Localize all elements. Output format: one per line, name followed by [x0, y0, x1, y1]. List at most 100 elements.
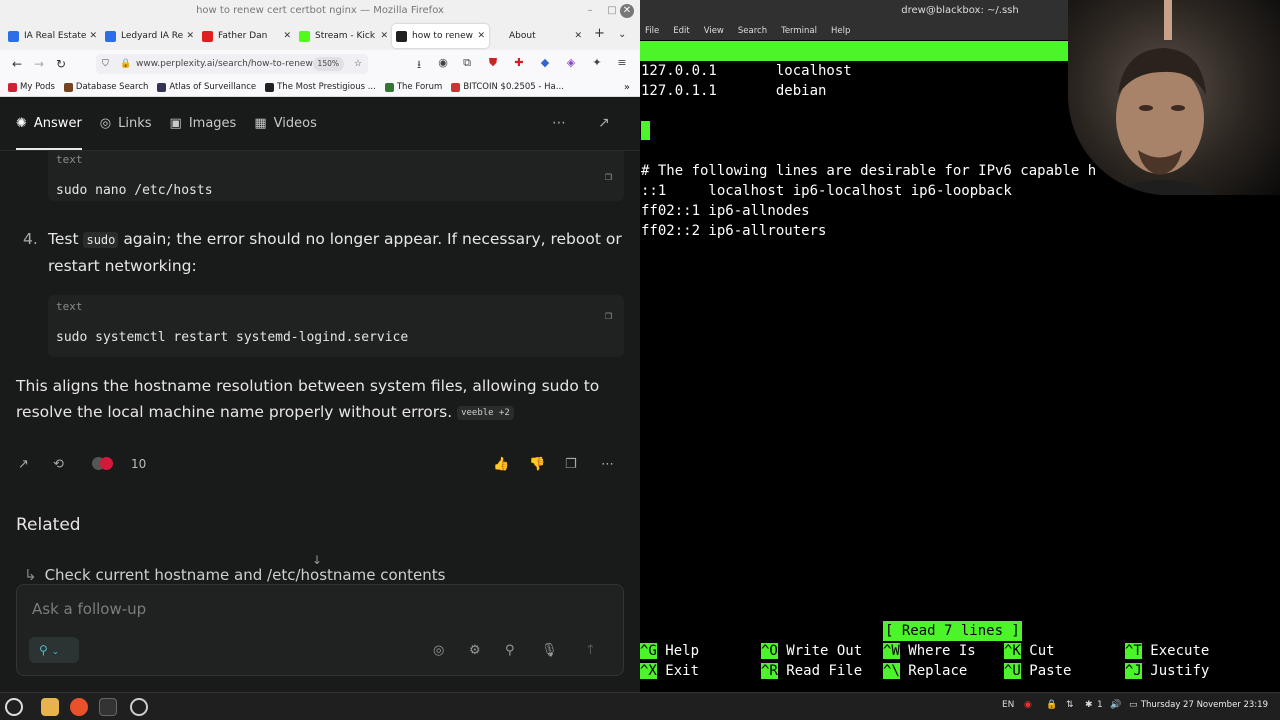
download-icon[interactable]: ⭳: [411, 56, 427, 72]
shortcut-help[interactable]: ^G Help: [640, 641, 699, 661]
extension-icon[interactable]: ⧉: [459, 56, 475, 72]
share-icon[interactable]: ↗: [598, 115, 610, 131]
search-mode-selector[interactable]: ⚲ ⌄: [29, 637, 79, 663]
menu-help[interactable]: Help: [831, 26, 850, 36]
scroll-down-icon[interactable]: ↓: [312, 553, 322, 567]
close-tab-icon[interactable]: ✕: [380, 31, 388, 41]
zoom-badge[interactable]: 150%: [312, 57, 344, 71]
back-arrow-icon[interactable]: ←: [6, 57, 28, 71]
browser-tab-active[interactable]: how to renew ✕: [392, 24, 489, 48]
clock[interactable]: Thursday 27 November 23:19: [1141, 700, 1268, 710]
file-line[interactable]: ff02::1 ip6-allnodes: [641, 201, 810, 221]
close-tab-icon[interactable]: ✕: [283, 31, 291, 41]
bookmark-item[interactable]: BITCOIN $0.2505 - Ha...: [451, 82, 564, 92]
browser-tab[interactable]: Stream - Kick D✕: [295, 24, 392, 48]
file-line[interactable]: # The following lines are desirable for …: [641, 161, 1096, 181]
menu-icon[interactable]: ≡: [614, 56, 630, 72]
shortcut-cut[interactable]: ^K Cut: [1004, 641, 1055, 661]
tab-images[interactable]: ▣ Images: [170, 97, 237, 150]
bookmark-item[interactable]: The Forum: [384, 82, 442, 92]
minimize-icon[interactable]: –: [580, 0, 600, 22]
close-window-icon[interactable]: ✕: [620, 4, 634, 18]
reload-icon[interactable]: ↻: [50, 57, 72, 71]
menu-file[interactable]: File: [645, 26, 659, 36]
tab-answer[interactable]: ✺ Answer: [16, 97, 82, 150]
network-icon[interactable]: ⇅: [1066, 700, 1074, 710]
files-icon[interactable]: [41, 698, 59, 716]
menu-view[interactable]: View: [704, 26, 724, 36]
file-line[interactable]: 127.0.0.1 localhost: [641, 61, 852, 81]
file-line[interactable]: ::1 localhost ip6-localhost ip6-loopback: [641, 181, 1012, 201]
shortcut-justify[interactable]: ^J Justify: [1125, 661, 1209, 681]
shortcut-replace[interactable]: ^\ Replace: [883, 661, 967, 681]
shortcut-read-file[interactable]: ^R Read File: [761, 661, 862, 681]
workspace-number[interactable]: 1: [1097, 700, 1103, 710]
globe-icon[interactable]: ◎: [433, 643, 444, 658]
puzzle-icon[interactable]: ✦: [589, 56, 605, 72]
bookmark-item[interactable]: Database Search: [63, 82, 148, 92]
terminal-icon[interactable]: [99, 698, 117, 716]
close-tab-icon[interactable]: ✕: [186, 31, 194, 41]
account-icon[interactable]: ◉: [435, 56, 451, 72]
browser-tab[interactable]: IA Real Estate ✕: [4, 24, 101, 48]
sources-avatars[interactable]: [92, 456, 113, 471]
battery-icon[interactable]: ▭: [1129, 700, 1138, 710]
app-icon[interactable]: [130, 698, 148, 716]
ublock-icon[interactable]: ⛊: [485, 56, 501, 72]
addon-icon[interactable]: ◆: [537, 56, 553, 72]
bookmark-item[interactable]: Atlas of Surveillance: [157, 82, 256, 92]
browser-tab[interactable]: Ledyard IA Rea ✕: [101, 24, 198, 48]
shortcut-where-is[interactable]: ^W Where Is: [883, 641, 976, 661]
browser-tab[interactable]: Father Dan ✕: [198, 24, 295, 48]
model-icon[interactable]: ⚙: [469, 643, 481, 658]
shortcut-execute[interactable]: ^T Execute: [1125, 641, 1209, 661]
menu-search[interactable]: Search: [738, 26, 767, 36]
lock-icon[interactable]: 🔒: [1046, 700, 1057, 710]
copy-icon[interactable]: ❐: [565, 457, 577, 472]
bluetooth-icon[interactable]: ✱: [1085, 700, 1093, 710]
forward-arrow-icon[interactable]: →: [28, 57, 50, 71]
shortcut-write-out[interactable]: ^O Write Out: [761, 641, 862, 661]
start-menu-icon[interactable]: [5, 698, 23, 716]
addon-icon[interactable]: ◈: [563, 56, 579, 72]
follow-up-placeholder[interactable]: Ask a follow-up: [32, 600, 146, 618]
update-icon[interactable]: ◉: [1024, 700, 1032, 710]
related-item[interactable]: ↳ Check current hostname and /etc/hostnam…: [24, 566, 624, 586]
language-indicator[interactable]: EN: [1002, 700, 1014, 710]
new-tab-icon[interactable]: +: [594, 26, 605, 41]
star-icon[interactable]: ☆: [354, 54, 362, 74]
tab-links[interactable]: ◎ Links: [100, 97, 152, 150]
citation-badge[interactable]: veeble +2: [457, 406, 514, 420]
shortcut-paste[interactable]: ^U Paste: [1004, 661, 1071, 681]
rewrite-icon[interactable]: ⟲: [53, 457, 64, 472]
menu-edit[interactable]: Edit: [673, 26, 689, 36]
shortcut-exit[interactable]: ^X Exit: [640, 661, 699, 681]
close-tab-icon[interactable]: ✕: [574, 31, 582, 41]
more-options-icon[interactable]: ⋯: [552, 115, 566, 131]
file-line[interactable]: 127.0.1.1 debian: [641, 81, 826, 101]
lock-icon[interactable]: 🔒: [120, 54, 131, 74]
tab-videos[interactable]: ▦ Videos: [254, 97, 317, 150]
attach-icon[interactable]: ⚲: [505, 643, 515, 658]
submit-arrow-icon[interactable]: ↑: [585, 643, 596, 658]
bookmark-item[interactable]: My Pods: [8, 82, 55, 92]
follow-up-box[interactable]: Ask a follow-up ⚲ ⌄ ◎ ⚙ ⚲ 🎙 ↑: [16, 584, 624, 676]
copy-icon[interactable]: ❐: [605, 308, 612, 322]
thumbs-down-icon[interactable]: 👎: [529, 457, 545, 472]
url-bar[interactable]: ⛉ 🔒 www.perplexity.ai/search/how-to-rene…: [96, 54, 368, 74]
thumbs-up-icon[interactable]: 👍: [493, 457, 509, 472]
microphone-icon[interactable]: 🎙: [541, 643, 558, 658]
browser-tab[interactable]: About ✕: [489, 24, 586, 48]
menu-terminal[interactable]: Terminal: [781, 26, 817, 36]
more-bookmarks-icon[interactable]: »: [624, 82, 630, 93]
source-count[interactable]: 10: [131, 457, 146, 471]
addon-icon[interactable]: ✚: [511, 56, 527, 72]
share-icon[interactable]: ↗: [18, 457, 29, 472]
more-options-icon[interactable]: ⋯: [601, 457, 614, 472]
file-line[interactable]: ff02::2 ip6-allrouters: [641, 221, 826, 241]
copy-icon[interactable]: ❐: [605, 169, 612, 183]
bookmark-item[interactable]: The Most Prestigious ...: [265, 82, 376, 92]
close-tab-icon[interactable]: ✕: [89, 31, 97, 41]
close-tab-icon[interactable]: ✕: [477, 31, 485, 41]
maximize-icon[interactable]: □: [602, 0, 622, 22]
